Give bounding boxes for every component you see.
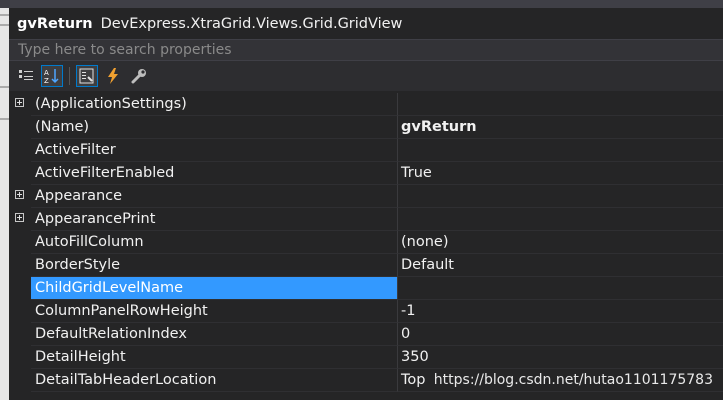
property-name[interactable]: BorderStyle (31, 254, 397, 277)
watermark-text: https://blog.csdn.net/hutao1101175783 (433, 372, 713, 388)
property-row[interactable]: ActiveFilter (9, 139, 723, 162)
object-name: gvReturn (17, 15, 93, 32)
property-row[interactable]: ActiveFilterEnabled True (9, 162, 723, 185)
properties-button[interactable] (76, 65, 98, 87)
property-name[interactable]: AutoFillColumn (31, 231, 397, 254)
property-pages-button[interactable] (128, 65, 150, 87)
property-row[interactable]: AutoFillColumn (none) (9, 231, 723, 254)
row-gutter (9, 346, 31, 369)
property-value[interactable] (397, 139, 723, 162)
row-gutter (9, 162, 31, 185)
row-gutter (9, 369, 31, 392)
property-row[interactable]: BorderStyle Default (9, 254, 723, 277)
row-gutter (9, 116, 31, 139)
selected-object-header[interactable]: gvReturn DevExpress.XtraGrid.Views.Grid.… (9, 8, 723, 39)
property-row[interactable]: ChildGridLevelName (9, 277, 723, 300)
svg-text:Z: Z (44, 77, 49, 85)
row-gutter (9, 323, 31, 346)
property-row[interactable]: (Name) gvReturn (9, 116, 723, 139)
property-value[interactable] (397, 208, 723, 231)
expand-plus-icon[interactable] (15, 98, 24, 107)
property-value[interactable]: gvReturn (397, 116, 723, 139)
categorized-icon (19, 70, 33, 80)
row-gutter (9, 208, 31, 231)
property-name[interactable]: (ApplicationSettings) (31, 93, 397, 116)
left-edge-strip (0, 8, 9, 400)
row-gutter (9, 93, 31, 116)
property-value[interactable]: Default (397, 254, 723, 277)
properties-icon (79, 68, 94, 84)
object-type: DevExpress.XtraGrid.Views.Grid.GridView (100, 15, 403, 32)
property-value[interactable] (397, 93, 723, 116)
row-gutter (9, 277, 31, 300)
property-value[interactable]: -1 (397, 300, 723, 323)
events-lightning-icon (108, 68, 118, 84)
property-toolbar: A Z (9, 61, 723, 91)
events-button[interactable] (102, 65, 124, 87)
categorized-button[interactable] (15, 65, 37, 87)
row-gutter (9, 185, 31, 208)
row-gutter (9, 300, 31, 323)
property-name[interactable]: AppearancePrint (31, 208, 397, 231)
property-name[interactable]: DetailTabHeaderLocation (31, 369, 397, 392)
property-name[interactable]: ColumnPanelRowHeight (31, 300, 397, 323)
property-row[interactable]: ColumnPanelRowHeight -1 (9, 300, 723, 323)
svg-text:A: A (44, 69, 49, 77)
property-name[interactable]: ChildGridLevelName (31, 277, 397, 300)
property-name[interactable]: ActiveFilterEnabled (31, 162, 397, 185)
property-value[interactable]: (none) (397, 231, 723, 254)
property-name[interactable]: (Name) (31, 116, 397, 139)
property-name[interactable]: DefaultRelationIndex (31, 323, 397, 346)
property-search-input[interactable]: Type here to search properties (9, 39, 723, 61)
property-name[interactable]: Appearance (31, 185, 397, 208)
expand-plus-icon[interactable] (15, 190, 24, 199)
property-pages-wrench-icon (131, 69, 146, 84)
row-gutter (9, 254, 31, 277)
row-gutter (9, 231, 31, 254)
property-name[interactable]: DetailHeight (31, 346, 397, 369)
property-value[interactable]: True (397, 162, 723, 185)
property-name[interactable]: ActiveFilter (31, 139, 397, 162)
alphabetical-button[interactable]: A Z (41, 65, 63, 87)
row-gutter (9, 139, 31, 162)
expand-plus-icon[interactable] (15, 213, 24, 222)
property-row[interactable]: AppearancePrint (9, 208, 723, 231)
alphabetical-icon: A Z (44, 69, 59, 85)
property-value[interactable]: 0 (397, 323, 723, 346)
property-row[interactable]: DetailHeight 350 (9, 346, 723, 369)
window-top-strip (0, 0, 723, 8)
property-grid: (ApplicationSettings) (Name) gvReturn Activ… (9, 93, 723, 392)
property-value[interactable] (397, 185, 723, 208)
property-value[interactable] (397, 277, 723, 300)
property-row[interactable]: Appearance (9, 185, 723, 208)
toolbar-separator (69, 67, 70, 85)
property-row[interactable]: DefaultRelationIndex 0 (9, 323, 723, 346)
property-row[interactable]: (ApplicationSettings) (9, 93, 723, 116)
property-value[interactable]: 350 (397, 346, 723, 369)
